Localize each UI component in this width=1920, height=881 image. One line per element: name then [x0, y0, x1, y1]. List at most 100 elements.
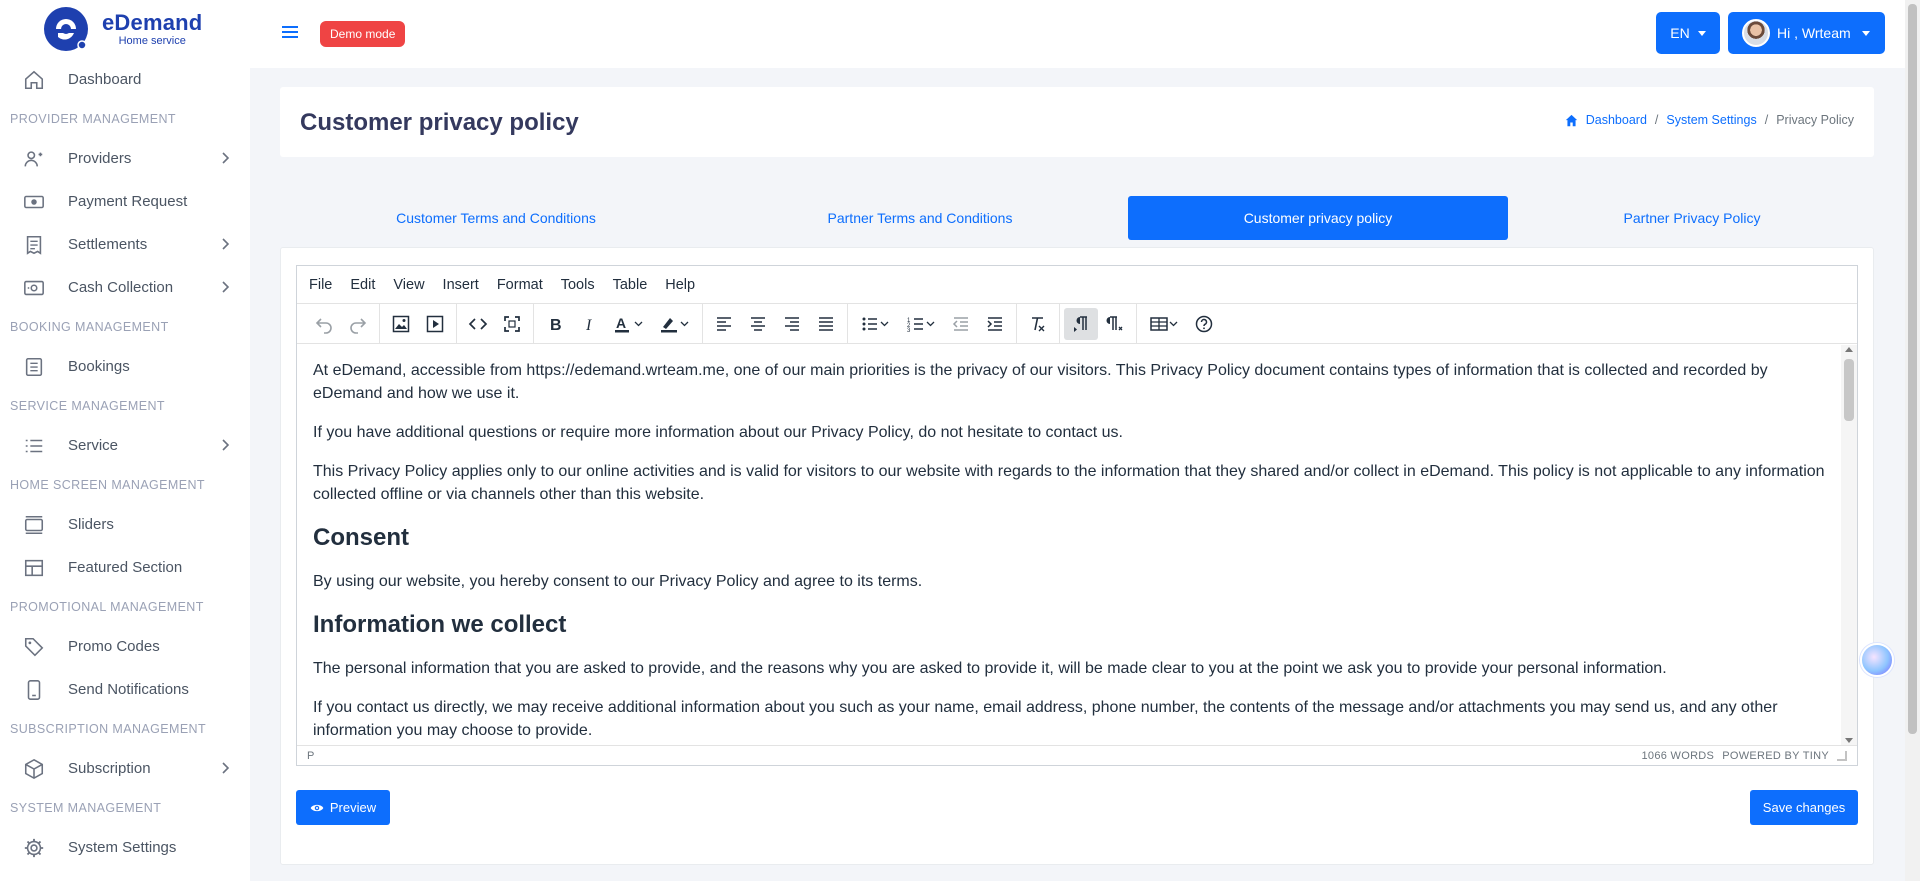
sidebar-item-label: Sliders [68, 516, 114, 533]
brand[interactable]: eDemand Home service [0, 0, 250, 58]
language-dropdown[interactable]: EN [1656, 12, 1720, 54]
align-left-button[interactable] [707, 308, 741, 340]
redo-button[interactable] [341, 308, 375, 340]
editor-menu-view[interactable]: View [393, 277, 424, 293]
editor-menubar: File Edit View Insert Format Tools Table Help [297, 266, 1857, 304]
hamburger-menu-icon[interactable] [280, 22, 300, 42]
bold-button[interactable]: B [538, 308, 572, 340]
editor-content-area[interactable]: At eDemand, accessible from https://edem… [297, 345, 1841, 745]
image-icon [392, 315, 410, 332]
demo-mode-badge: Demo mode [320, 21, 406, 47]
chevron-down-icon [1697, 30, 1706, 36]
table-button[interactable] [1141, 308, 1187, 340]
highlight-color-button[interactable] [652, 308, 698, 340]
sidebar-item-subscription[interactable]: Subscription [0, 747, 250, 790]
indent-icon [987, 316, 1002, 331]
content-paragraph: The personal information that you are as… [313, 660, 1667, 677]
bullet-list-button[interactable] [852, 308, 898, 340]
sidebar-item-label: Settlements [68, 236, 148, 253]
align-right-button[interactable] [775, 308, 809, 340]
sidebar-item-dashboard[interactable]: Dashboard [0, 58, 250, 101]
clear-formatting-button[interactable] [1021, 308, 1055, 340]
insert-image-button[interactable] [384, 308, 418, 340]
preview-button[interactable]: Preview [296, 790, 390, 825]
breadcrumb-dashboard[interactable]: Dashboard [1586, 113, 1647, 127]
ltr-button[interactable] [1064, 307, 1098, 340]
page-scrollbar[interactable] [1905, 0, 1920, 881]
align-center-icon [751, 316, 765, 331]
home-icon [22, 68, 46, 92]
editor-menu-format[interactable]: Format [497, 277, 543, 293]
rtl-button[interactable] [1098, 308, 1132, 340]
breadcrumb-system-settings[interactable]: System Settings [1666, 113, 1756, 127]
sidebar-item-send-notifications[interactable]: Send Notifications [0, 668, 250, 711]
avatar [1742, 19, 1770, 47]
tab-partner-privacy[interactable]: Partner Privacy Policy [1502, 196, 1882, 240]
tab-partner-terms[interactable]: Partner Terms and Conditions [730, 196, 1110, 240]
outdent-button[interactable] [944, 308, 978, 340]
sidebar-item-label: Providers [68, 150, 132, 167]
sidebar-item-service[interactable]: Service [0, 424, 250, 467]
sidebar-item-label: Service [68, 437, 119, 454]
brand-subtitle: Home service [118, 34, 186, 47]
tag-icon [22, 635, 46, 659]
sidebar-item-featured-section[interactable]: Featured Section [0, 546, 250, 589]
indent-button[interactable] [978, 308, 1012, 340]
editor-menu-file[interactable]: File [309, 277, 332, 293]
text-color-button[interactable]: A [606, 308, 652, 340]
element-path[interactable]: P [307, 750, 314, 762]
sidebar-item-cash-collection[interactable]: Cash Collection [0, 266, 250, 309]
fullscreen-button[interactable] [495, 308, 529, 340]
sidebar-item-sliders[interactable]: Sliders [0, 503, 250, 546]
editor-menu-table[interactable]: Table [613, 277, 648, 293]
chevron-right-icon [218, 151, 232, 165]
sidebar-item-promo-codes[interactable]: Promo Codes [0, 625, 250, 668]
chevron-down-icon [1861, 30, 1870, 36]
sidebar-item-payment-request[interactable]: Payment Request [0, 180, 250, 223]
list-box-icon [22, 355, 46, 379]
powered-by-link[interactable]: POWERED BY TINY [1722, 750, 1829, 762]
save-changes-button[interactable]: Save changes [1750, 790, 1858, 825]
breadcrumb: Dashboard / System Settings / Privacy Po… [1565, 113, 1854, 127]
source-code-button[interactable] [461, 308, 495, 340]
bold-icon: B [550, 317, 562, 334]
chevron-right-icon [218, 237, 232, 251]
editor-menu-edit[interactable]: Edit [350, 277, 375, 293]
align-justify-icon [819, 316, 833, 331]
align-justify-button[interactable] [809, 308, 843, 340]
editor-toolbar: B I A 123 [297, 303, 1857, 344]
scroll-down-icon[interactable] [1845, 738, 1853, 743]
floating-unicorn-icon[interactable] [1860, 643, 1894, 677]
editor-scrollbar[interactable] [1841, 345, 1857, 745]
undo-button[interactable] [307, 308, 341, 340]
numbered-list-button[interactable]: 123 [898, 308, 944, 340]
sidebar-item-bookings[interactable]: Bookings [0, 345, 250, 388]
sidebar-item-label: Dashboard [68, 71, 142, 88]
help-button[interactable] [1187, 308, 1221, 340]
eye-icon [310, 804, 324, 811]
sidebar-item-settlements[interactable]: Settlements [0, 223, 250, 266]
sidebar-item-providers[interactable]: Providers [0, 137, 250, 180]
editor-menu-insert[interactable]: Insert [443, 277, 479, 293]
content-paragraph: If you contact us directly, we may recei… [313, 699, 1778, 739]
insert-media-button[interactable] [418, 308, 452, 340]
editor-menu-tools[interactable]: Tools [561, 277, 595, 293]
resize-handle-icon[interactable] [1837, 750, 1847, 761]
chevron-right-icon [218, 761, 232, 775]
editor-menu-help[interactable]: Help [665, 277, 695, 293]
italic-button[interactable]: I [572, 308, 606, 340]
sidebar-item-label: Cash Collection [68, 279, 174, 296]
table-icon [1150, 316, 1178, 331]
align-center-button[interactable] [741, 308, 775, 340]
gear-icon [22, 836, 46, 860]
sidebar-item-system-settings[interactable]: System Settings [0, 826, 250, 869]
users-icon [22, 147, 46, 171]
user-dropdown[interactable]: Hi , Wrteam [1728, 12, 1885, 54]
page-header-card: Customer privacy policy Dashboard / Syst… [280, 87, 1874, 157]
tab-customer-terms[interactable]: Customer Terms and Conditions [306, 196, 686, 240]
chevron-right-icon [218, 280, 232, 294]
money-icon [22, 190, 46, 214]
word-count[interactable]: 1066 WORDS [1642, 750, 1715, 762]
tab-customer-privacy[interactable]: Customer privacy policy [1128, 196, 1508, 240]
scroll-up-icon[interactable] [1845, 347, 1853, 352]
